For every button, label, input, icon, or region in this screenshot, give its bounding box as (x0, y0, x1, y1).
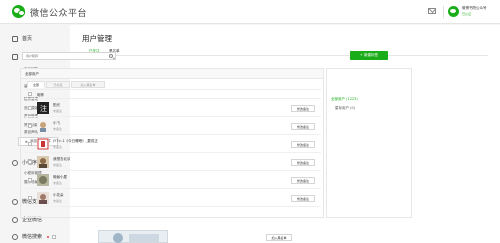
avatar (37, 156, 49, 168)
bottom-row: 加入黑名单 (48, 226, 328, 243)
grid-icon (12, 53, 18, 60)
edit-remark-button[interactable]: 修改备注 (291, 159, 315, 166)
row-checkbox[interactable] (28, 106, 32, 110)
user-list-panel: 全部用户 全部 已标签 加入黑名单 昵称 注 阳光 未备注 修改备注 小飞 未备… (20, 68, 324, 218)
row-nickname: 瑜伽小屋 (53, 175, 67, 179)
tab-bar: 已关注 黑名单 (82, 47, 488, 56)
sidebar-item-wechat-search[interactable]: 微信搜索 (12, 233, 50, 240)
table-row: 瑜伽小屋 未备注 修改备注 (25, 172, 321, 189)
column-nickname: 昵称 (37, 93, 44, 97)
tag-all-users[interactable]: 全部用户 (1223) (331, 97, 358, 102)
pay-icon (12, 198, 18, 205)
avatar (37, 174, 49, 186)
sidebar-item-home[interactable]: 首页 (12, 35, 32, 42)
table-row: 我想去北京 未备注 修改备注 (25, 154, 321, 171)
select-all-checkbox[interactable] (28, 92, 32, 96)
row-nickname: 阳光 (53, 103, 60, 107)
banner-image (98, 230, 168, 243)
avatar: 注 (37, 102, 49, 114)
new-tag-button[interactable]: + 新建标签 (350, 51, 388, 60)
sidebar-item-label: 微信搜索 (22, 234, 43, 240)
edit-remark-button[interactable]: 修改备注 (291, 123, 315, 130)
sub-tab-blacklist[interactable]: 加入黑名单 (71, 81, 105, 88)
row-nickname: 我想去北京 (53, 157, 71, 161)
row-remark[interactable]: 未备注 (53, 181, 62, 185)
sub-tab-tagged[interactable]: 已标签 (46, 81, 70, 88)
mini-program-icon (12, 159, 18, 166)
row-checkbox[interactable] (28, 124, 32, 128)
mail-icon[interactable] (428, 8, 436, 14)
avatar (37, 120, 49, 132)
row-checkbox[interactable] (28, 160, 32, 164)
search-icon (12, 233, 18, 240)
sidebar-item-label: 首页 (22, 36, 33, 42)
table-row: 小花朵 未备注 修改备注 (25, 190, 321, 207)
top-header: 微信公众平台 微博书院公众号 已认证 (0, 0, 500, 24)
row-checkbox[interactable] (28, 178, 32, 182)
enterprise-icon (12, 216, 18, 223)
account-avatar[interactable] (448, 6, 459, 17)
svg-text:注: 注 (40, 104, 47, 113)
table-header: 昵称 (25, 89, 321, 99)
wechat-logo-icon (12, 5, 25, 18)
add-blacklist-button[interactable]: 加入黑名单 (266, 234, 292, 241)
home-icon (12, 35, 18, 42)
account-name[interactable]: 微博书院公众号 (462, 6, 487, 11)
tag-star-users[interactable]: 星标用户 (0) (335, 106, 355, 111)
brand-title: 微信公众平台 (30, 9, 88, 19)
row-checkbox[interactable] (28, 142, 32, 146)
table-row: jYT>-1《今日睡眠》_要成正 未备注 修改备注 (25, 136, 321, 153)
row-nickname: jYT>-1《今日睡眠》_要成正 (53, 139, 98, 143)
row-remark[interactable]: 未备注 (53, 145, 62, 149)
table-row: 小飞 未备注 修改备注 (25, 118, 321, 135)
row-remark[interactable]: 未备注 (53, 109, 62, 113)
avatar (37, 138, 49, 150)
edit-remark-button[interactable]: 修改备注 (291, 195, 315, 202)
edit-remark-button[interactable]: 修改备注 (291, 141, 315, 148)
tags-panel: 全部用户 (1223) 星标用户 (0) (326, 68, 412, 218)
search-icon[interactable] (109, 54, 113, 58)
row-remark[interactable]: 未备注 (53, 199, 62, 203)
row-remark[interactable]: 未备注 (53, 163, 62, 167)
avatar (37, 192, 49, 204)
account-status: 已认证 (462, 12, 472, 16)
page-title: 用户管理 (82, 34, 112, 43)
search-box[interactable] (22, 52, 116, 60)
search-input[interactable] (23, 53, 107, 59)
row-nickname: 小飞 (53, 121, 60, 125)
edit-remark-button[interactable]: 修改备注 (291, 177, 315, 184)
row-checkbox[interactable] (52, 235, 56, 239)
row-nickname: 小花朵 (53, 193, 64, 197)
sub-tab-all[interactable]: 全部 (27, 81, 45, 88)
edit-remark-button[interactable]: 修改备注 (291, 105, 315, 112)
row-checkbox[interactable] (28, 196, 32, 200)
row-remark[interactable]: 未备注 (53, 127, 62, 131)
header-divider (443, 6, 444, 18)
table-row: 注 阳光 未备注 修改备注 (25, 100, 321, 117)
list-header: 全部用户 (21, 69, 323, 79)
